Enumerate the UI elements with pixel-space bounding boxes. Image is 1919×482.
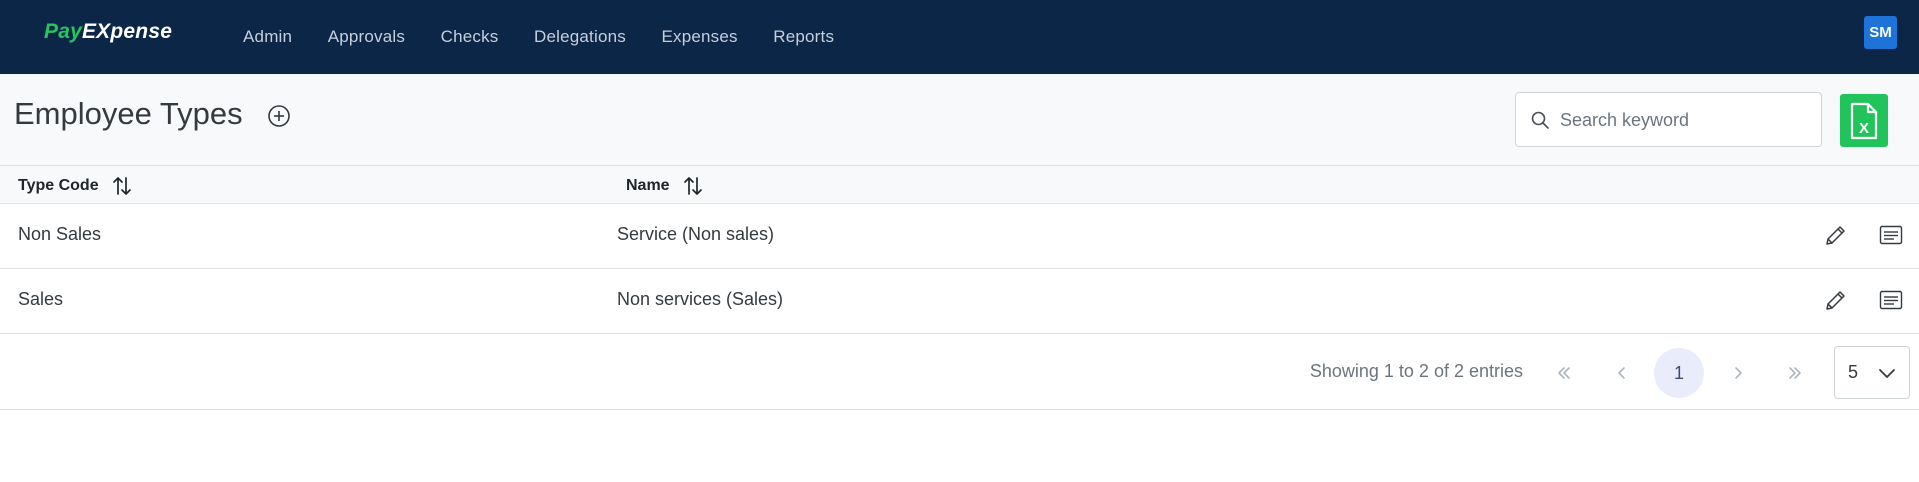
excel-file-icon: X xyxy=(1850,102,1878,139)
app-logo[interactable]: PayEXpense xyxy=(44,20,172,44)
pencil-icon[interactable] xyxy=(1823,223,1848,248)
excel-letter: X xyxy=(1859,120,1869,137)
prev-page-button[interactable] xyxy=(1597,348,1647,398)
entries-info: Showing 1 to 2 of 2 entries xyxy=(1309,361,1523,381)
sort-icon[interactable] xyxy=(682,175,704,197)
column-header-label: Type Code xyxy=(18,177,99,194)
cell-type-code: Non Sales xyxy=(18,224,102,244)
search-box xyxy=(1515,92,1822,147)
column-header-name[interactable]: Name xyxy=(626,175,704,197)
nav-item-approvals[interactable]: Approvals xyxy=(328,27,405,47)
cell-type-code: Sales xyxy=(18,289,64,309)
chevron-down-icon xyxy=(1879,369,1895,378)
export-excel-button[interactable]: X xyxy=(1840,94,1888,147)
user-avatar[interactable]: SM xyxy=(1864,16,1897,49)
detail-list-icon[interactable] xyxy=(1879,224,1903,246)
first-page-button[interactable] xyxy=(1539,348,1589,398)
sort-icon[interactable] xyxy=(111,175,133,197)
search-input[interactable] xyxy=(1560,105,1810,135)
page-size-value: 5 xyxy=(1848,362,1859,382)
main-nav: Admin Approvals Checks Delegations Expen… xyxy=(243,0,870,74)
double-chevron-left-icon xyxy=(1558,367,1570,379)
detail-list-icon[interactable] xyxy=(1879,289,1903,311)
table-row[interactable]: Sales Non services (Sales) xyxy=(0,269,1919,334)
table-footer: Showing 1 to 2 of 2 entries 1 5 xyxy=(0,335,1919,410)
search-icon xyxy=(1531,111,1549,129)
pencil-icon[interactable] xyxy=(1823,288,1848,313)
table-row[interactable]: Non Sales Service (Non sales) xyxy=(0,204,1919,269)
top-navbar: PayEXpense Admin Approvals Checks Delega… xyxy=(0,0,1919,74)
nav-item-delegations[interactable]: Delegations xyxy=(534,27,626,47)
cell-name: Non services (Sales) xyxy=(617,289,784,309)
last-page-button[interactable] xyxy=(1770,348,1820,398)
cell-name: Service (Non sales) xyxy=(617,224,775,244)
page-number-button[interactable]: 1 xyxy=(1654,348,1704,398)
column-header-label: Name xyxy=(626,177,670,194)
logo-pay-text: Pay xyxy=(44,20,82,43)
nav-item-reports[interactable]: Reports xyxy=(773,27,834,47)
next-page-button[interactable] xyxy=(1713,348,1763,398)
page-size-select[interactable]: 5 xyxy=(1834,346,1910,399)
page-title: Employee Types xyxy=(14,96,243,131)
chevron-left-icon xyxy=(1618,367,1625,379)
nav-item-expenses[interactable]: Expenses xyxy=(661,27,737,47)
nav-item-admin[interactable]: Admin xyxy=(243,27,292,47)
logo-expense-text: EXpense xyxy=(81,20,173,43)
nav-item-checks[interactable]: Checks xyxy=(441,27,499,47)
double-chevron-right-icon xyxy=(1789,367,1801,379)
table-header: Type Code Name xyxy=(0,166,1919,204)
chevron-right-icon xyxy=(1735,367,1742,379)
plus-circle-icon[interactable] xyxy=(267,104,291,128)
column-header-type-code[interactable]: Type Code xyxy=(18,175,133,197)
